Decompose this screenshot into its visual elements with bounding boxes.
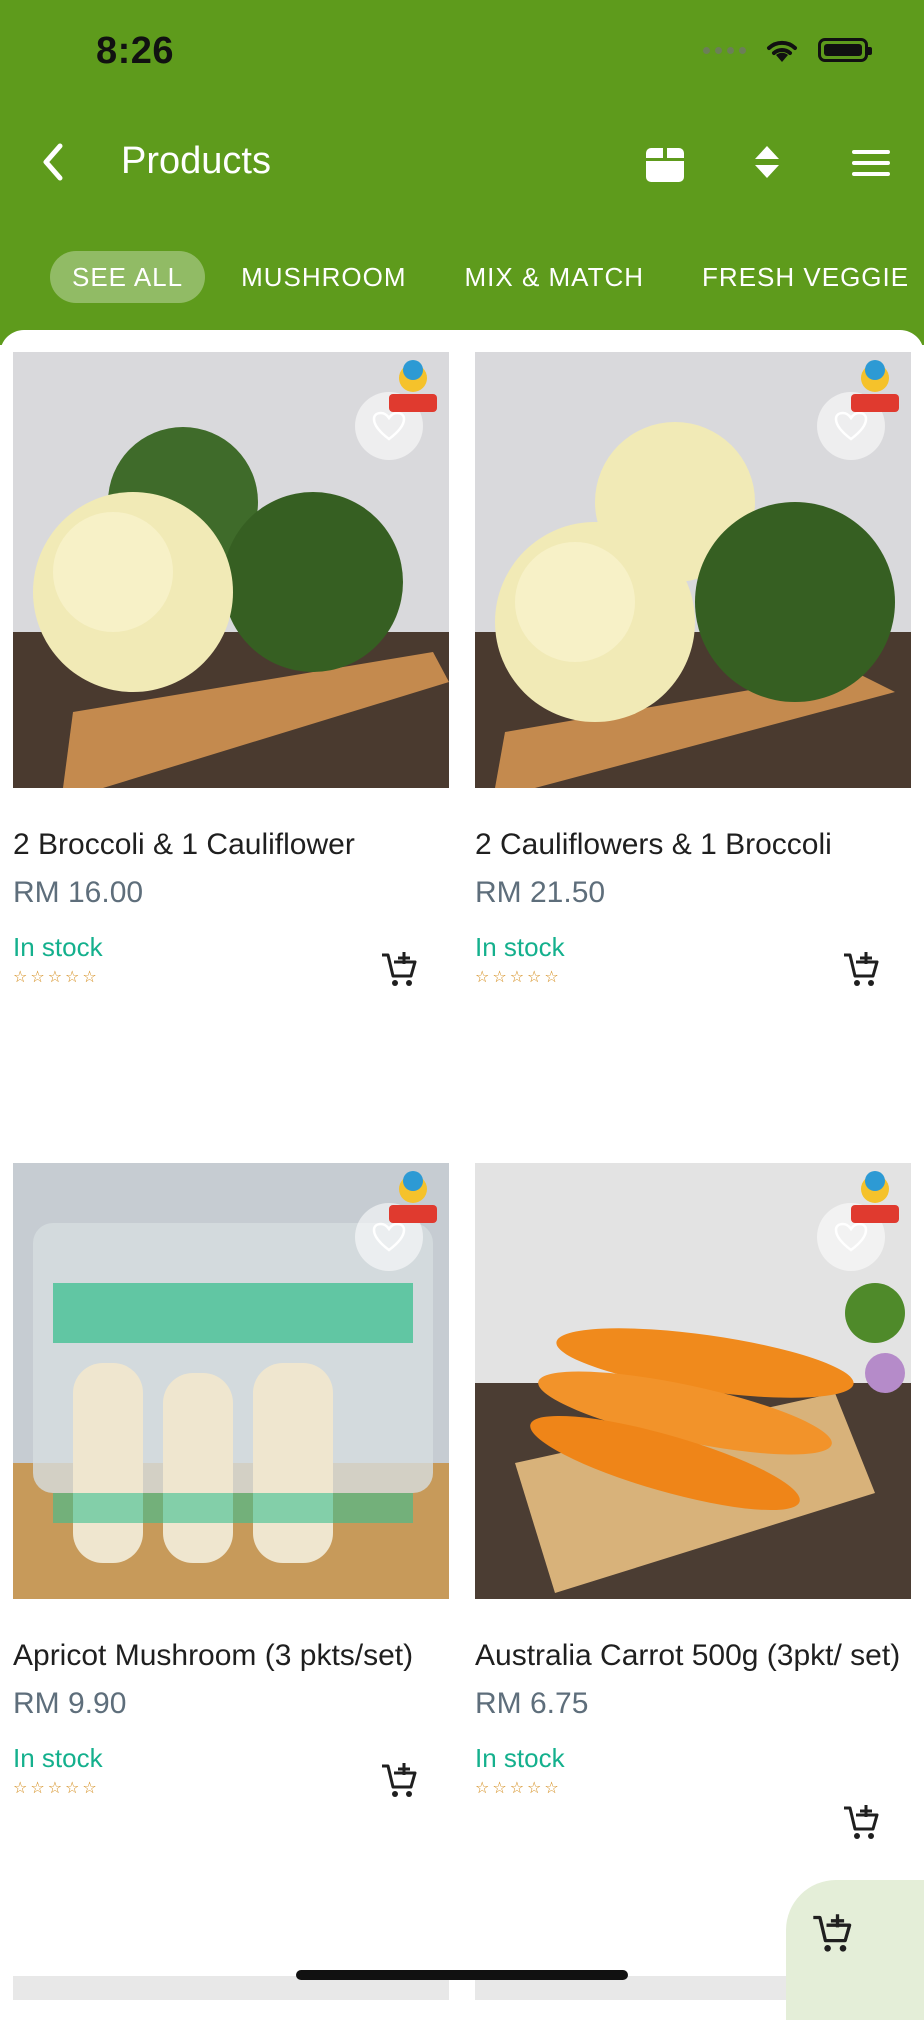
battery-icon [818,38,872,62]
doremi-logo-icon [851,360,899,412]
category-tabs: SEE ALL MUSHROOM MIX & MATCH FRESH VEGGI… [50,251,924,303]
signal-icon [703,46,746,54]
product-image[interactable] [13,352,449,788]
app-header: 8:26 Products SEE ALL MUSHROOM MIX & MAT… [0,0,924,345]
doremi-logo-icon [389,1171,437,1223]
add-to-cart-icon[interactable] [841,1803,881,1843]
tab-mushroom[interactable]: MUSHROOM [219,251,428,303]
product-image[interactable] [13,1163,449,1599]
product-name[interactable]: Australia Carrot 500g (3pkt/ set) [475,1635,911,1677]
product-card[interactable]: Australia Carrot 500g (3pkt/ set) RM 6.7… [475,1163,911,1839]
product-card[interactable]: 2 Cauliflowers & 1 Broccoli RM 21.50 In … [475,352,911,987]
add-to-cart-icon[interactable] [841,950,881,990]
stock-status: In stock [475,1743,565,1773]
product-image[interactable] [475,352,911,788]
product-price: RM 16.00 [13,876,144,909]
add-to-cart-icon[interactable] [379,950,419,990]
floating-cart-button[interactable] [786,1880,924,2020]
doremi-logo-icon [851,1171,899,1223]
add-to-cart-icon[interactable] [379,1761,419,1801]
package-box-icon[interactable] [642,140,688,186]
tab-see-all[interactable]: SEE ALL [50,251,206,303]
product-name[interactable]: 2 Cauliflowers & 1 Broccoli [475,824,911,866]
cart-icon [813,1914,852,1952]
rating-stars: ☆☆☆☆☆ [475,1780,562,1797]
tab-fresh-veggie[interactable]: FRESH VEGGIE [680,251,924,303]
back-arrow-icon[interactable] [34,138,74,186]
product-card[interactable]: Apricot Mushroom (3 pkts/set) RM 9.90 In… [13,1163,449,1798]
doremi-logo-icon [389,360,437,412]
wifi-icon [767,40,797,62]
hamburger-menu-icon[interactable] [850,146,892,180]
product-price: RM 9.90 [13,1687,127,1720]
page-title: Products [121,140,271,182]
status-icons [703,36,872,64]
product-name[interactable]: Apricot Mushroom (3 pkts/set) [13,1635,449,1677]
product-price: RM 6.75 [475,1687,589,1720]
tab-mix-and-match[interactable]: MIX & MATCH [443,251,667,303]
home-indicator[interactable] [296,1970,628,1980]
status-time: 8:26 [96,30,175,72]
product-price: RM 21.50 [475,876,606,909]
product-card[interactable]: 2 Broccoli & 1 Cauliflower RM 16.00 In s… [13,352,449,987]
product-name[interactable]: 2 Broccoli & 1 Cauliflower [13,824,449,866]
sort-icon[interactable] [752,142,782,182]
product-image[interactable] [475,1163,911,1599]
